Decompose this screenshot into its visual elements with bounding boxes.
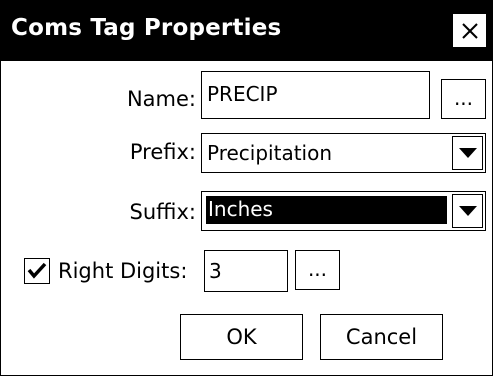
ok-button-label: OK (226, 325, 257, 349)
triangle-down-icon (459, 206, 477, 216)
cancel-button[interactable]: Cancel (320, 314, 443, 360)
ok-button[interactable]: OK (180, 314, 303, 360)
cancel-button-label: Cancel (345, 325, 418, 349)
right-digits-input[interactable]: 3 (204, 250, 288, 292)
right-digits-label: Right Digits: (58, 259, 188, 283)
checkmark-icon (27, 262, 47, 279)
prefix-dropdown[interactable]: Precipitation (201, 133, 486, 173)
name-browse-label: ... (453, 86, 474, 110)
name-input[interactable]: PRECIP (201, 71, 430, 119)
prefix-selected-value: Precipitation (207, 141, 333, 165)
suffix-dropdown-button[interactable] (452, 194, 483, 228)
dialog-window: Coms Tag Properties Name: PRECIP ... Pre… (0, 0, 493, 376)
suffix-dropdown[interactable]: Inches (201, 191, 486, 231)
close-button[interactable] (452, 13, 487, 48)
right-digits-browse-label: ... (307, 257, 328, 281)
triangle-down-icon (459, 148, 477, 158)
right-digits-value: 3 (209, 259, 222, 283)
name-label: Name: (126, 87, 196, 111)
name-browse-button[interactable]: ... (441, 79, 486, 119)
name-input-value: PRECIP (207, 82, 278, 106)
right-digits-browse-button[interactable]: ... (295, 250, 340, 290)
right-digits-checkbox[interactable] (24, 258, 50, 284)
close-x-icon (462, 23, 478, 39)
prefix-dropdown-button[interactable] (452, 136, 483, 170)
focus-ring (205, 195, 448, 227)
suffix-label: Suffix: (129, 200, 196, 224)
prefix-label: Prefix: (129, 140, 196, 164)
dialog-title: Coms Tag Properties (11, 15, 282, 41)
title-bar: Coms Tag Properties (1, 1, 492, 61)
